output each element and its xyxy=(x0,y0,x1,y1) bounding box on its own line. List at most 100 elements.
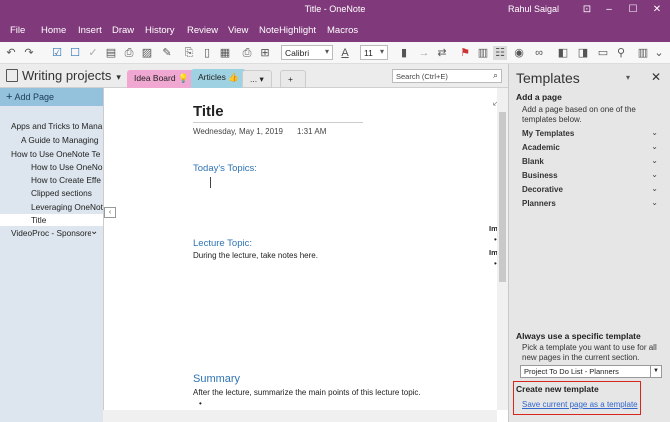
sidebar-icon[interactable]: ▥ xyxy=(636,46,650,60)
category-decorative[interactable]: Decorative ⌄ xyxy=(522,184,660,194)
menu-draw[interactable]: Draw xyxy=(112,25,134,36)
pane-options-icon[interactable]: ▾ xyxy=(626,73,630,82)
link-icon[interactable]: ⊞ xyxy=(258,46,272,60)
collapse-pages-icon[interactable]: ‹ xyxy=(104,207,116,218)
category-academic[interactable]: Academic ⌄ xyxy=(522,142,660,152)
font-size-select[interactable]: 11 ▾ xyxy=(360,45,388,60)
dock-right-icon[interactable]: ◨ xyxy=(576,46,590,60)
tab-label: Idea Board xyxy=(134,73,176,83)
font-color-icon[interactable]: A xyxy=(338,46,352,60)
format-painter-icon[interactable]: ▤ xyxy=(104,46,118,60)
ribbon-display-icon[interactable]: ⊡ xyxy=(576,2,598,18)
search-placeholder: Search (Ctrl+E) xyxy=(396,72,448,81)
menu-review[interactable]: Review xyxy=(187,25,218,36)
summary-heading[interactable]: Summary xyxy=(193,373,240,385)
chevron-down-icon: ▾ xyxy=(116,72,121,82)
file-icon[interactable]: ▯ xyxy=(200,46,214,60)
print-icon[interactable]: ⎙ xyxy=(122,46,136,60)
horizontal-scrollbar[interactable] xyxy=(103,410,497,422)
tab-articles[interactable]: Articles 👍 xyxy=(191,69,246,88)
tab-idea-board[interactable]: Idea Board 💡 xyxy=(127,70,196,88)
menu-insert[interactable]: Insert xyxy=(78,25,102,36)
audio-icon[interactable]: ◉ xyxy=(512,46,526,60)
menu-macros[interactable]: Macros xyxy=(327,25,358,36)
table-icon[interactable]: ▦ xyxy=(218,46,232,60)
page-time: 1:31 AM xyxy=(297,127,327,136)
category-label: Blank xyxy=(522,157,544,166)
tag-alert-icon[interactable]: ⚑ xyxy=(458,46,472,60)
add-page-button[interactable]: + Add Page xyxy=(0,88,103,106)
user-name[interactable]: Rahul Saigal xyxy=(508,4,559,14)
image-icon[interactable]: ▨ xyxy=(140,46,154,60)
close-window-icon[interactable]: ✕ xyxy=(646,2,668,18)
page-item[interactable]: Leveraging OneNot xyxy=(31,202,103,212)
menu-file[interactable]: File xyxy=(10,25,25,36)
create-new-template-heading: Create new template xyxy=(516,384,599,394)
menu-view[interactable]: View xyxy=(228,25,248,36)
chevron-down-icon: ▾ xyxy=(324,47,329,56)
summary-body[interactable]: After the lecture, summarize the main po… xyxy=(193,388,421,397)
category-blank[interactable]: Blank ⌄ xyxy=(522,156,660,166)
vertical-scrollbar[interactable] xyxy=(497,88,508,410)
page-item[interactable]: How to Create Effe xyxy=(31,175,103,185)
redo-icon[interactable]: ↷ xyxy=(22,46,36,60)
notebook-selector[interactable]: Writing projects ▾ xyxy=(6,68,121,83)
lecture-body[interactable]: During the lecture, take notes here. xyxy=(193,251,318,260)
font-name-value: Calibri xyxy=(285,48,310,58)
category-planners[interactable]: Planners ⌄ xyxy=(522,198,660,208)
page-item-selected[interactable]: Title xyxy=(31,215,103,225)
todo-checkbox-icon[interactable]: ☑ xyxy=(50,46,64,60)
ribbon-more-icon[interactable]: ⌄ xyxy=(652,46,666,60)
page-item[interactable]: Apps and Tricks to Mana xyxy=(11,121,103,131)
check-icon[interactable]: ✓ xyxy=(86,46,100,60)
menu-home[interactable]: Home xyxy=(41,25,66,36)
page-title[interactable]: Title xyxy=(193,103,224,120)
search-icon[interactable]: ⌕ xyxy=(493,70,498,81)
category-business[interactable]: Business ⌄ xyxy=(522,170,660,180)
scroll-thumb[interactable] xyxy=(499,112,506,282)
page-item[interactable]: VideoProc - Sponsored xyxy=(11,228,91,238)
infinity-icon[interactable]: ∞ xyxy=(532,46,546,60)
maximize-icon[interactable]: ☐ xyxy=(622,2,644,18)
pin-icon[interactable]: ⚲ xyxy=(614,46,628,60)
menu-history[interactable]: History xyxy=(145,25,175,36)
chevron-down-icon[interactable]: ⌄ xyxy=(90,226,98,237)
plus-icon: + xyxy=(6,91,13,103)
arrow-right-icon[interactable]: → xyxy=(417,46,431,60)
close-icon[interactable]: ✕ xyxy=(651,70,661,84)
menu-notehighlight[interactable]: NoteHighlight xyxy=(259,25,316,36)
save-as-template-link[interactable]: Save current page as a template xyxy=(522,400,638,409)
templates-icon[interactable]: ☷ xyxy=(493,46,507,60)
pen-icon[interactable]: ✎ xyxy=(160,46,174,60)
todays-topics-heading[interactable]: Today's Topics: xyxy=(193,163,257,174)
always-use-description: Pick a template you want to use for all … xyxy=(522,343,657,362)
tag-icon[interactable]: ☐ xyxy=(68,46,82,60)
category-label: My Templates xyxy=(522,129,575,138)
page-width-icon[interactable]: ▭ xyxy=(596,46,610,60)
lightbulb-icon: 💡 xyxy=(177,73,189,83)
chevron-down-icon: ⌄ xyxy=(651,142,658,151)
attach-icon[interactable]: ⎙ xyxy=(240,46,254,60)
page-item[interactable]: Clipped sections xyxy=(31,188,103,198)
grid-icon[interactable]: ▥ xyxy=(476,46,490,60)
highlight-icon[interactable]: ▮ xyxy=(397,46,411,60)
template-select[interactable]: Project To Do List - Planners ▼ xyxy=(520,365,662,378)
tab-more[interactable]: ... ▾ xyxy=(242,70,272,88)
page-date: Wednesday, May 1, 2019 xyxy=(193,127,283,136)
page-item[interactable]: A Guide to Managing xyxy=(21,135,103,145)
menu-bar: File Home Insert Draw History Review Vie… xyxy=(0,20,670,42)
category-my-templates[interactable]: My Templates ⌄ xyxy=(522,128,660,138)
dock-left-icon[interactable]: ◧ xyxy=(556,46,570,60)
minimize-icon[interactable]: – xyxy=(598,2,620,18)
bullet: • xyxy=(199,399,202,408)
lecture-topic-heading[interactable]: Lecture Topic: xyxy=(193,238,252,249)
move-icon[interactable]: ⇄ xyxy=(435,46,449,60)
ribbon-toolbar: ↶ ↷ ☑ ☐ ✓ ▤ ⎙ ▨ ✎ ⎘ ▯ ▦ ⎙ ⊞ Calibri ▾ A … xyxy=(0,42,670,64)
undo-icon[interactable]: ↶ xyxy=(4,46,18,60)
screen-clipping-icon[interactable]: ⎘ xyxy=(182,46,196,60)
search-input[interactable]: Search (Ctrl+E) ⌕ xyxy=(392,69,502,83)
font-name-select[interactable]: Calibri ▾ xyxy=(281,45,333,60)
page-item[interactable]: How to Use OneNo xyxy=(31,162,103,172)
add-section-button[interactable]: + xyxy=(280,70,306,88)
page-item[interactable]: How to Use OneNote Te xyxy=(11,149,103,159)
